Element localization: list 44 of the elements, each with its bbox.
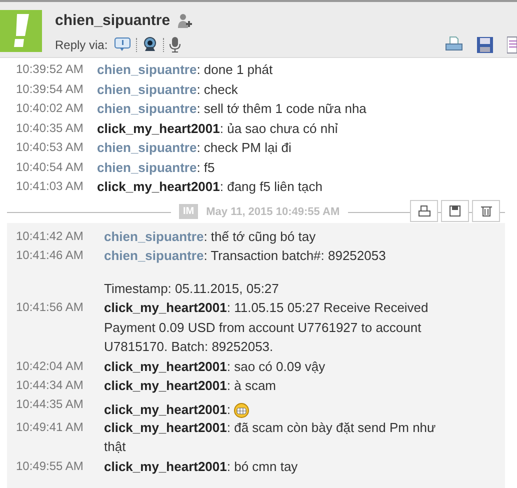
message-text: click_my_heart2001: <box>104 400 230 418</box>
message-time: 10:39:52 AM <box>15 61 84 78</box>
save-icon[interactable] <box>476 36 494 54</box>
message-text: click_my_heart2001: ủa sao chưa có nhỉ <box>97 120 338 138</box>
message-time: 10:40:54 AM <box>15 158 84 176</box>
message-icon[interactable] <box>114 37 132 52</box>
message-time: 10:41:03 AM <box>15 178 84 195</box>
message-text: chien_sipuantre: check PM lại đi <box>97 139 292 157</box>
message-text: click_my_heart2001: à scam <box>104 377 276 395</box>
message-text: click_my_heart2001: bó cmn tay <box>104 458 298 476</box>
message-time: 10:40:53 AM <box>15 139 84 156</box>
message-time: 10:42:04 AM <box>15 358 84 374</box>
message-time: 10:44:35 AM <box>15 396 84 412</box>
add-contact-icon[interactable] <box>176 13 194 30</box>
contact-name: chien_sipuantre <box>55 11 170 31</box>
message-time: 10:39:54 AM <box>15 80 84 98</box>
message-text: chien_sipuantre: Transaction batch#: 89252053 <box>104 247 386 265</box>
save-icon[interactable] <box>441 200 469 222</box>
message-text: chien_sipuantre: thế tớ cũng bó tay <box>104 228 316 246</box>
message-text: click_my_heart2001: 11.05.15 05:27 Receive Received Payment 0.09 USD from account U7761927 to account U7815170. Batch: 89252053. <box>104 299 430 356</box>
message-time: 10:41:46 AM <box>15 247 84 264</box>
reply-via-label: Reply via: <box>55 36 108 54</box>
message-time: 10:40:02 AM <box>15 100 84 117</box>
message-text: click_my_heart2001: đang f5 liên tạch <box>97 178 323 196</box>
message-time: 10:49:55 AM <box>15 458 84 474</box>
session-date: May 11, 2015 10:49:55 AM <box>206 204 340 220</box>
message-text: chien_sipuantre: sell tớ thêm 1 code nữa nha <box>97 100 366 118</box>
message-time: 10:49:41 AM <box>15 418 84 436</box>
message-time: 10:40:35 AM <box>15 120 84 136</box>
trash-icon[interactable] <box>472 200 500 222</box>
document-icon[interactable] <box>507 36 517 54</box>
message-text: click_my_heart2001: đã scam còn bày đặt send Pm như thật <box>104 418 437 456</box>
message-time: 10:41:42 AM <box>15 228 84 244</box>
webcam-icon[interactable] <box>142 37 158 52</box>
message-text: chien_sipuantre: done 1 phát <box>97 61 273 79</box>
message-text: Timestamp: 05.11.2015, 05:27 <box>104 280 280 298</box>
message-time: 10:44:34 AM <box>15 377 84 394</box>
message-time: 10:41:56 AM <box>15 299 84 316</box>
print-icon[interactable] <box>410 200 438 222</box>
microphone-icon[interactable] <box>169 36 182 53</box>
message-text: chien_sipuantre: check <box>97 80 238 99</box>
message-text: chien_sipuantre: f5 <box>97 158 215 177</box>
app-logo-icon <box>0 10 42 52</box>
message-text: click_my_heart2001: sao có 0.09 vậy <box>104 358 326 376</box>
